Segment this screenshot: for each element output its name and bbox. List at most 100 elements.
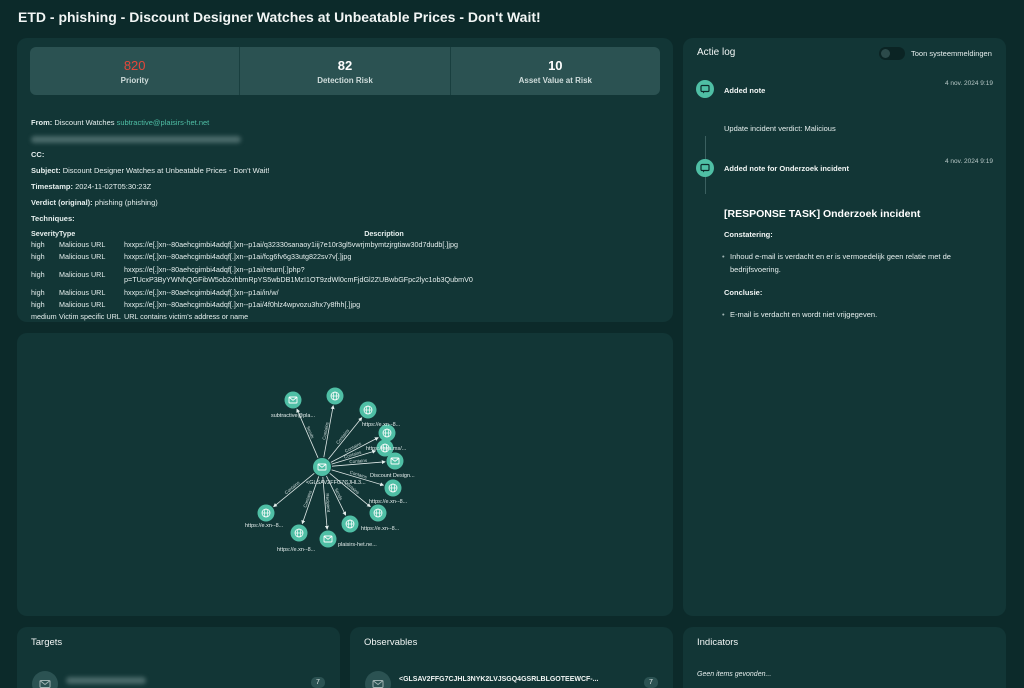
- response-task-title: [RESPONSE TASK] Onderzoek incident: [724, 208, 921, 220]
- description-cell: hxxps://e[.]xn--80aehcgimbi4adqf[.]xn--p…: [124, 288, 279, 297]
- techniques-table: Severity Type Description high Malicious…: [31, 227, 644, 322]
- log-entry-title: Added note for Onderzoek incident: [724, 164, 850, 173]
- type-cell: Victim specific URL: [59, 312, 121, 321]
- severity-header: Severity: [31, 228, 59, 238]
- type-cell: Malicious URL: [59, 240, 106, 249]
- timestamp-label: Timestamp:: [31, 182, 73, 191]
- severity-cell: high: [31, 300, 45, 309]
- cc-label: CC:: [31, 150, 45, 159]
- finding-line-1: Inhoud e-mail is verdacht en er is vermo…: [730, 252, 951, 261]
- risk-stats: 820 Priority 82 Detection Risk 10 Asset …: [30, 47, 660, 95]
- graph-node[interactable]: Discount Design...: [370, 452, 415, 480]
- graph-node-label: subtractive@pla...: [271, 413, 316, 419]
- graph-node[interactable]: https://e.xn--8...: [245, 504, 284, 530]
- graph-node[interactable]: https://e.xn--8...: [362, 422, 401, 442]
- type-cell: Malicious URL: [59, 270, 106, 279]
- log-entry-text: Update incident verdict: Malicious: [724, 124, 836, 133]
- graph-node-label: plaisirs-het.ne...: [338, 542, 377, 548]
- table-header-row: Severity Type Description: [31, 227, 644, 239]
- severity-cell: high: [31, 240, 45, 249]
- graph-edge-label: Contains: [335, 428, 351, 446]
- description-header: Description: [364, 228, 404, 238]
- detection-risk-stat: 82 Detection Risk: [240, 47, 451, 95]
- graph-node-label: Discount Design...: [370, 473, 415, 479]
- action-log-card: Actie log Toon systeemmeldingen Added no…: [683, 38, 1006, 616]
- system-messages-toggle[interactable]: [879, 47, 905, 60]
- table-row: high Malicious URL hxxps://e[.]xn--80aeh…: [31, 299, 644, 311]
- priority-value: 820: [123, 57, 146, 73]
- description-cell: hxxps://e[.]xn--80aehcgimbi4adqf[.]xn--p…: [124, 300, 361, 309]
- log-entry-title: Added note: [724, 86, 766, 95]
- targets-count-badge: 7: [311, 677, 325, 688]
- page-title: ETD - phishing - Discount Designer Watch…: [18, 9, 541, 25]
- targets-card: Targets 7: [17, 627, 340, 688]
- table-row: high Malicious URL hxxps://e[.]xn--80aeh…: [31, 287, 644, 299]
- table-row: high Malicious URL hxxps://e[.]xn--80aeh…: [31, 251, 644, 263]
- email-body: From: Discount Watches subtractive@plais…: [31, 115, 661, 322]
- graph-node[interactable]: https://aka.ms/...: [366, 439, 407, 457]
- description-cell: hxxps://e[.]xn--80aehcgimbi4adqf[.]xn--p…: [124, 252, 352, 261]
- graph-node-label: https://e.xn--8...: [362, 422, 401, 428]
- graph-node[interactable]: https://e.xn--8...: [369, 479, 408, 506]
- asset-value-label: Asset Value at Risk: [518, 75, 592, 85]
- detection-risk-value: 82: [337, 57, 353, 73]
- redacted-target: [66, 677, 146, 684]
- table-row: high Malicious URL hxxps://e[.]xn--80aeh…: [31, 239, 644, 251]
- graph-node[interactable]: [359, 401, 377, 419]
- graph-node-label: https://e.xn--8...: [277, 547, 316, 553]
- asset-value-value: 10: [548, 57, 563, 73]
- conclusion-text: E-mail is verdacht en wordt niet vrijgeg…: [722, 308, 990, 321]
- graph-node[interactable]: [326, 387, 344, 405]
- type-cell: Malicious URL: [59, 288, 106, 297]
- type-header: Type: [59, 228, 76, 238]
- indicators-card: Indicators Geen items gevonden...: [683, 627, 1006, 688]
- observables-title: Observables: [364, 637, 418, 648]
- empty-indicators-text: Geen items gevonden...: [697, 671, 772, 678]
- graph-node-label: https://e.xn--8...: [361, 526, 400, 532]
- graph-node[interactable]: https://e.xn--8...: [361, 504, 400, 533]
- subject-label: Subject:: [31, 166, 61, 175]
- from-name: Discount Watches: [54, 118, 115, 127]
- graph-node-label: https://e.xn--8...: [245, 523, 284, 529]
- system-messages-label: Toon systeemmeldingen: [911, 49, 992, 58]
- targets-title: Targets: [31, 637, 63, 648]
- log-entry-time: 4 nov. 2024 9:19: [945, 158, 993, 165]
- severity-cell: medium: [31, 312, 57, 321]
- observables-count-badge: 7: [644, 677, 658, 688]
- relationship-graph[interactable]: Sends Contains ContainsContainsContainsCon…: [17, 333, 673, 616]
- description-cell: hxxps://e[.]xn--80aehcgimbi4adqf[.]xn--p…: [124, 240, 459, 249]
- verdict-label: Verdict (original):: [31, 198, 93, 207]
- relationship-graph-card[interactable]: Sends Contains Contains Contains Contains Con…: [17, 333, 673, 616]
- techniques-line: Techniques:: [31, 211, 661, 227]
- to-line: [31, 131, 661, 147]
- detection-risk-label: Detection Risk: [317, 75, 373, 85]
- finding-line-2: bedrijfsvoering.: [730, 265, 781, 274]
- verdict-line: Verdict (original): phishing (phishing): [31, 195, 661, 211]
- observable-item[interactable]: <GLSAV2FFG7CJHL3NYK2LVJSGQ4GSRLBLGOTEEWC…: [399, 676, 598, 683]
- severity-cell: high: [31, 252, 45, 261]
- note-icon: [696, 159, 714, 177]
- timestamp-line: Timestamp: 2024-11-02T05:30:23Z: [31, 179, 661, 195]
- graph-node[interactable]: subtractive@pla...: [271, 391, 316, 420]
- mail-icon: [32, 671, 58, 688]
- type-cell: Malicious URL: [59, 300, 106, 309]
- subject-value: Discount Designer Watches at Unbeatable …: [62, 166, 270, 175]
- graph-node-label: <GLSAV2FFG7CJHL3...: [306, 480, 366, 486]
- priority-label: Priority: [120, 75, 149, 85]
- cc-line: CC:: [31, 147, 661, 163]
- from-label: From:: [31, 118, 53, 127]
- indicators-title: Indicators: [697, 637, 739, 648]
- from-line: From: Discount Watches subtractive@plais…: [31, 115, 661, 131]
- type-cell: Malicious URL: [59, 252, 106, 261]
- graph-edge-label: Contains: [284, 480, 301, 496]
- table-row: high Malicious URL hxxps://e[.]xn--80aeh…: [31, 263, 644, 287]
- observables-card: Observables <GLSAV2FFG7CJHL3NYK2LVJSGQ4G…: [350, 627, 673, 688]
- description-line-2: p=TUcxP3ByYWNhQGFibW5ob2xhbmRpYS5wbDB1Mz…: [124, 275, 473, 284]
- timestamp-value: 2024-11-02T05:30:23Z: [75, 182, 152, 191]
- toggle-knob[interactable]: [881, 49, 890, 58]
- note-icon: [696, 80, 714, 98]
- email-details-card: 820 Priority 82 Detection Risk 10 Asset …: [17, 38, 673, 322]
- graph-node[interactable]: [319, 530, 337, 548]
- from-address[interactable]: subtractive@plaisirs-het.net: [117, 118, 210, 127]
- description-cell: hxxps://e[.]xn--80aehcgimbi4adqf[.]xn--p…: [124, 263, 644, 287]
